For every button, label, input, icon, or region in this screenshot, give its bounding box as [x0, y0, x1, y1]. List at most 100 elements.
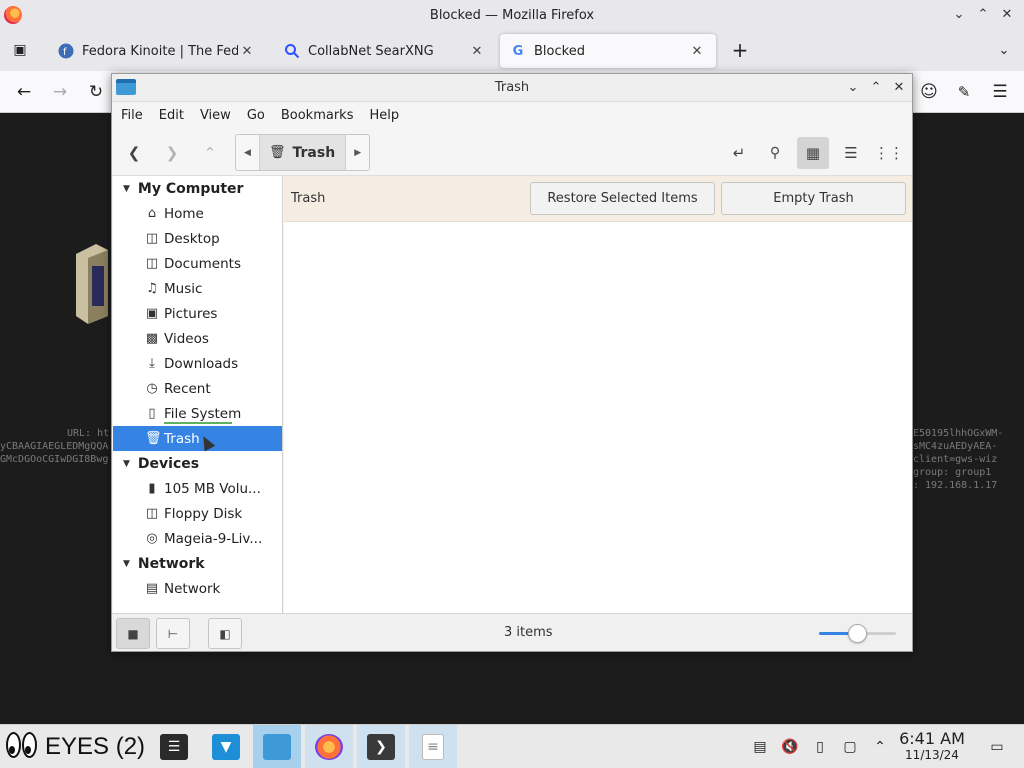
sidebar-item-downloads[interactable]: ⤓ Downloads — [113, 351, 282, 376]
sidebar-item-documents[interactable]: ◫ Documents — [113, 251, 282, 276]
reload-button[interactable]: ↻ — [83, 79, 109, 105]
breadcrumb-right-button[interactable]: ▶ — [346, 135, 369, 170]
close-button[interactable]: ✕ — [890, 77, 908, 97]
show-places-button[interactable]: ■ — [116, 618, 150, 649]
tab-close-button[interactable]: ✕ — [238, 44, 256, 59]
restore-selected-items-button[interactable]: Restore Selected Items — [530, 182, 715, 215]
display-icon[interactable]: ▢ — [841, 737, 859, 757]
sidebar-section-my-computer[interactable]: ▼ My Computer — [113, 176, 282, 201]
file-manager-titlebar: Trash ⌄ ⌃ ✕ — [112, 74, 912, 102]
menu-icon[interactable]: ☰ — [987, 79, 1013, 105]
background-text-line: yCBAAGIAEGLEDMgQQA — [0, 441, 109, 452]
forward-button[interactable]: ❯ — [156, 137, 188, 169]
sidebar-item-home[interactable]: ⌂ Home — [113, 201, 282, 226]
list-view-button[interactable]: ☰ — [835, 137, 867, 169]
extensions-icon[interactable]: ✎ — [951, 79, 977, 105]
sidebar-section-network[interactable]: ▼ Network — [113, 551, 282, 576]
breadcrumb: ◀ 🗑 Trash ▶ — [235, 134, 371, 171]
minimize-button[interactable]: ⌄ — [844, 77, 862, 97]
text-editor-task[interactable]: ≡ — [409, 725, 457, 768]
maximize-button[interactable]: ⌃ — [974, 4, 992, 24]
clipboard-icon[interactable]: ▤ — [751, 737, 769, 757]
icon-view-button[interactable]: ▦ — [797, 137, 829, 169]
tab-bar: ▣ f Fedora Kinoite | The Fedora ✕ Collab… — [0, 30, 1024, 71]
minimize-button[interactable]: ⌄ — [950, 4, 968, 24]
sidebar-item-music[interactable]: ♫ Music — [113, 276, 282, 301]
back-button[interactable]: ← — [11, 79, 37, 105]
sidebar-item-mageia-disc[interactable]: ◎ Mageia-9-Liv... — [113, 526, 282, 551]
up-button[interactable]: ⌃ — [194, 137, 226, 169]
trash-icon: 🗑 — [269, 145, 286, 160]
eyes-applet-icon[interactable] — [6, 732, 38, 758]
clock[interactable]: 6:41 AM 11/13/24 — [896, 730, 968, 763]
zoom-slider-handle[interactable] — [847, 624, 867, 643]
maximize-button[interactable]: ⌃ — [867, 77, 885, 97]
toggle-location-button[interactable]: ↵ — [723, 137, 755, 169]
sidebar-item-network[interactable]: ▤ Network — [113, 576, 282, 601]
window-title: Blocked — Mozilla Firefox — [429, 7, 595, 23]
clock-date: 11/13/24 — [905, 748, 959, 762]
zoom-slider[interactable] — [819, 624, 896, 643]
compact-view-button[interactable]: ⋮⋮ — [873, 137, 905, 169]
search-button[interactable]: ⚲ — [759, 137, 791, 169]
hide-sidebar-button[interactable]: ◧ — [208, 618, 242, 649]
show-desktop-icon[interactable]: ▭ — [988, 737, 1006, 757]
background-text-line: : 192.168.1.17 — [913, 480, 998, 491]
forward-button[interactable]: → — [47, 79, 73, 105]
firefox-icon — [315, 734, 343, 760]
background-text-line: sMC4zuAEDyAEA- — [913, 441, 998, 452]
tab-close-button[interactable]: ✕ — [468, 44, 486, 59]
terminal-task[interactable]: ❯ — [357, 725, 405, 768]
file-manager-title: Trash — [494, 80, 530, 95]
background-text-line: group: group1 — [913, 467, 992, 478]
chevron-down-icon[interactable]: ⌄ — [991, 37, 1017, 63]
network-icon: ▤ — [145, 581, 159, 596]
menu-bookmarks[interactable]: Bookmarks — [280, 108, 362, 123]
breadcrumb-left-button[interactable]: ◀ — [236, 135, 259, 170]
battery-icon[interactable]: ▯ — [811, 737, 829, 757]
menu-help[interactable]: Help — [368, 108, 407, 123]
show-treeview-button[interactable]: ⊢ — [156, 618, 190, 649]
sidebar-item-recent[interactable]: ◷ Recent — [113, 376, 282, 401]
tab-searxng[interactable]: CollabNet SearXNG ✕ — [274, 34, 496, 68]
downloads-icon: ⤓ — [149, 356, 155, 371]
sidebar-item-usb-volume[interactable]: ▮ 105 MB Volu... — [113, 476, 282, 501]
usb-icon: ▮ — [148, 481, 156, 496]
back-button[interactable]: ❮ — [118, 137, 150, 169]
tab-list-icon[interactable]: ▣ — [7, 37, 33, 63]
google-icon: G — [512, 43, 524, 59]
eyes-label[interactable]: EYES (2) — [45, 733, 145, 761]
tab-blocked[interactable]: G Blocked ✕ — [500, 34, 716, 68]
breadcrumb-trash[interactable]: 🗑 Trash — [259, 135, 347, 170]
background-text-line: E50195lhhOGxWM- — [913, 428, 1004, 439]
menu-file[interactable]: File — [120, 108, 151, 123]
volume-muted-icon[interactable]: 🔇 — [781, 737, 799, 757]
menu-go[interactable]: Go — [246, 108, 273, 123]
account-icon[interactable]: ☺ — [916, 79, 942, 105]
menu-view[interactable]: View — [199, 108, 239, 123]
sidebar-section-devices[interactable]: ▼ Devices — [113, 451, 282, 476]
chevron-up-icon[interactable]: ⌃ — [871, 737, 889, 757]
tab-close-button[interactable]: ✕ — [688, 44, 706, 59]
file-view[interactable] — [284, 222, 912, 613]
empty-trash-button[interactable]: Empty Trash — [721, 182, 906, 215]
folder-icon — [116, 79, 136, 95]
system-settings-launcher[interactable]: ☰ — [150, 725, 198, 768]
close-button[interactable]: ✕ — [998, 4, 1016, 24]
firefox-task[interactable] — [305, 725, 353, 768]
new-tab-button[interactable]: + — [727, 37, 753, 63]
places-sidebar: ▼ My Computer ⌂ Home ◫ Desktop ◫ Documents ♫… — [113, 176, 283, 613]
sidebar-item-pictures[interactable]: ▣ Pictures — [113, 301, 282, 326]
desktop-icon: ◫ — [145, 231, 159, 246]
home-icon: ⌂ — [147, 206, 157, 221]
sidebar-item-file-system[interactable]: ▯ File System — [113, 401, 282, 426]
disc-icon: ◎ — [146, 531, 158, 546]
file-manager-task[interactable] — [253, 725, 301, 768]
menu-edit[interactable]: Edit — [158, 108, 192, 123]
sidebar-item-floppy-disk[interactable]: ◫ Floppy Disk — [113, 501, 282, 526]
sidebar-item-videos[interactable]: ▩ Videos — [113, 326, 282, 351]
tab-fedora[interactable]: f Fedora Kinoite | The Fedora ✕ — [48, 34, 266, 68]
sidebar-item-desktop[interactable]: ◫ Desktop — [113, 226, 282, 251]
software-center-launcher[interactable]: ▼ — [202, 725, 250, 768]
background-text-line: client=gws-wiz — [913, 454, 998, 465]
